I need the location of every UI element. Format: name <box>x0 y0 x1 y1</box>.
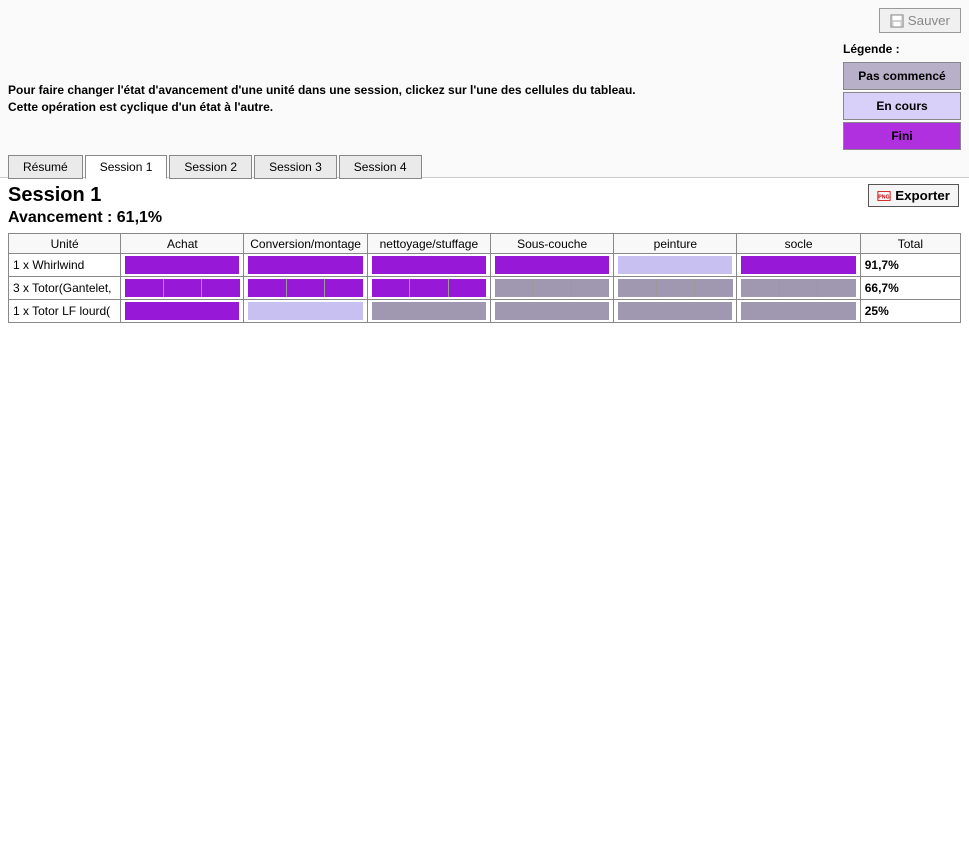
table-row: 3 x Totor(Gantelet, 66,7% <box>9 277 961 300</box>
progress-sub-cell[interactable] <box>533 279 571 297</box>
progress-cell[interactable] <box>367 277 490 300</box>
tab-session-2[interactable]: Session 2 <box>169 155 252 179</box>
progress-cell[interactable] <box>367 254 490 277</box>
progress-table: UnitéAchatConversion/montagenettoyage/st… <box>8 233 961 323</box>
progress-sub-cell[interactable] <box>248 302 362 320</box>
progress-sub-cell[interactable] <box>164 279 202 297</box>
column-header: nettoyage/stuffage <box>367 234 490 254</box>
progress-sub-cell[interactable] <box>618 256 732 274</box>
progress-cell[interactable] <box>244 254 367 277</box>
progress-sub-cell[interactable] <box>618 279 656 297</box>
export-button-label: Exporter <box>895 188 950 203</box>
png-icon: PNG <box>877 189 891 203</box>
progress-cell[interactable] <box>737 300 860 323</box>
progress-cell[interactable] <box>614 277 737 300</box>
content-area: PNG Exporter Session 1 Avancement : 61,1… <box>0 178 969 329</box>
column-header: Total <box>860 234 960 254</box>
save-button-label: Sauver <box>908 13 950 28</box>
legend: Légende : Pas commencé En cours Fini <box>843 42 961 152</box>
progress-cell[interactable] <box>737 254 860 277</box>
unit-cell: 1 x Totor LF lourd( <box>9 300 121 323</box>
progress-sub-cell[interactable] <box>125 279 163 297</box>
progress-sub-cell[interactable] <box>125 302 239 320</box>
progress-sub-cell[interactable] <box>449 279 486 297</box>
svg-text:PNG: PNG <box>878 194 889 200</box>
tab-session-1[interactable]: Session 1 <box>85 155 168 179</box>
instruction-line-2: Cette opération est cyclique d'un état à… <box>8 99 636 116</box>
progress-sub-cell[interactable] <box>572 279 609 297</box>
header-area: Sauver Légende : Pas commencé En cours F… <box>0 0 969 178</box>
column-header: Unité <box>9 234 121 254</box>
tab-résumé[interactable]: Résumé <box>8 155 83 179</box>
instruction-line-1: Pour faire changer l'état d'avancement d… <box>8 82 636 99</box>
progress-sub-cell[interactable] <box>410 279 448 297</box>
legend-in-progress: En cours <box>843 92 961 120</box>
unit-cell: 3 x Totor(Gantelet, <box>9 277 121 300</box>
table-row: 1 x Whirlwind 91,7% <box>9 254 961 277</box>
progress-sub-cell[interactable] <box>372 302 486 320</box>
progress-sub-cell[interactable] <box>741 302 855 320</box>
progress-cell[interactable] <box>244 300 367 323</box>
progress-cell[interactable] <box>121 277 244 300</box>
progress-sub-cell[interactable] <box>325 279 362 297</box>
session-title: Session 1 <box>8 184 961 207</box>
total-cell: 66,7% <box>860 277 960 300</box>
progress-sub-cell[interactable] <box>618 302 732 320</box>
legend-title: Légende : <box>843 42 961 56</box>
progress-label: Avancement : 61,1% <box>8 209 961 227</box>
progress-cell[interactable] <box>244 277 367 300</box>
progress-cell[interactable] <box>490 277 613 300</box>
tab-session-4[interactable]: Session 4 <box>339 155 422 179</box>
total-cell: 25% <box>860 300 960 323</box>
progress-cell[interactable] <box>614 254 737 277</box>
column-header: socle <box>737 234 860 254</box>
tab-session-3[interactable]: Session 3 <box>254 155 337 179</box>
progress-cell[interactable] <box>737 277 860 300</box>
progress-sub-cell[interactable] <box>287 279 325 297</box>
progress-sub-cell[interactable] <box>657 279 695 297</box>
column-header: Sous-couche <box>490 234 613 254</box>
progress-cell[interactable] <box>121 254 244 277</box>
progress-sub-cell[interactable] <box>780 279 818 297</box>
progress-sub-cell[interactable] <box>695 279 732 297</box>
progress-sub-cell[interactable] <box>248 256 362 274</box>
column-header: peinture <box>614 234 737 254</box>
column-header: Conversion/montage <box>244 234 367 254</box>
legend-not-started: Pas commencé <box>843 62 961 90</box>
progress-sub-cell[interactable] <box>495 302 609 320</box>
instructions: Pour faire changer l'état d'avancement d… <box>8 82 636 116</box>
progress-cell[interactable] <box>121 300 244 323</box>
progress-sub-cell[interactable] <box>202 279 239 297</box>
tabs: RésuméSession 1Session 2Session 3Session… <box>8 154 424 178</box>
progress-sub-cell[interactable] <box>248 279 286 297</box>
column-header: Achat <box>121 234 244 254</box>
disk-icon <box>890 14 904 28</box>
total-cell: 91,7% <box>860 254 960 277</box>
table-row: 1 x Totor LF lourd( 25% <box>9 300 961 323</box>
progress-sub-cell[interactable] <box>372 279 410 297</box>
progress-sub-cell[interactable] <box>818 279 855 297</box>
progress-sub-cell[interactable] <box>372 256 486 274</box>
progress-sub-cell[interactable] <box>125 256 239 274</box>
progress-sub-cell[interactable] <box>495 279 533 297</box>
export-button[interactable]: PNG Exporter <box>868 184 959 207</box>
progress-cell[interactable] <box>490 300 613 323</box>
save-button[interactable]: Sauver <box>879 8 961 33</box>
progress-sub-cell[interactable] <box>495 256 609 274</box>
progress-cell[interactable] <box>367 300 490 323</box>
progress-cell[interactable] <box>490 254 613 277</box>
progress-cell[interactable] <box>614 300 737 323</box>
unit-cell: 1 x Whirlwind <box>9 254 121 277</box>
legend-done: Fini <box>843 122 961 150</box>
progress-sub-cell[interactable] <box>741 256 855 274</box>
progress-sub-cell[interactable] <box>741 279 779 297</box>
